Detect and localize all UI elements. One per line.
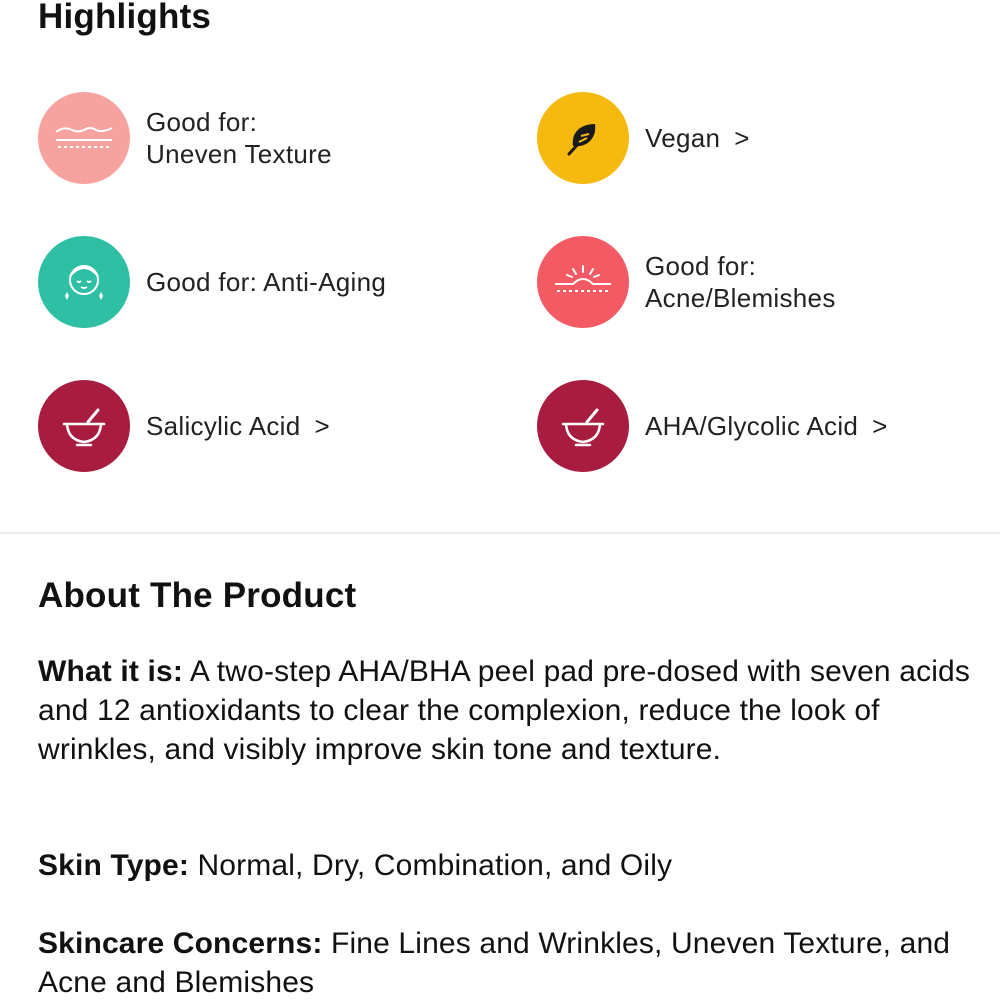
acne-blemishes-line1: Good for: xyxy=(645,251,757,281)
salicylic-acid-label: Salicylic Acid xyxy=(146,411,301,441)
highlights-title: Highlights xyxy=(38,0,212,36)
skin-type-text: Normal, Dry, Combination, and Oily xyxy=(188,849,673,882)
highlight-uneven-texture: Good for: Uneven Texture xyxy=(38,92,332,184)
highlight-salicylic-acid[interactable]: Salicylic Acid > xyxy=(38,380,330,472)
vegan-label: Vegan xyxy=(645,123,721,153)
skin-layers-icon xyxy=(38,92,130,184)
uneven-texture-line1: Good for: xyxy=(146,107,258,137)
aha-glycolic-acid-label: AHA/Glycolic Acid xyxy=(645,411,859,441)
anti-aging-label: Good for: Anti-Aging xyxy=(146,267,387,297)
highlight-aha-glycolic-acid[interactable]: AHA/Glycolic Acid > xyxy=(537,380,888,472)
skin-type-label: Skin Type: xyxy=(38,849,189,882)
highlight-anti-aging: Good for: Anti-Aging xyxy=(38,236,386,328)
uneven-texture-line2: Uneven Texture xyxy=(146,139,332,169)
what-it-is-paragraph: What it is: A two-step AHA/BHA peel pad … xyxy=(38,652,978,769)
skincare-concerns-label: Skincare Concerns: xyxy=(38,927,323,960)
skin-blemish-icon xyxy=(537,236,629,328)
product-details-page: Highlights Good for: Uneven Texture Vega… xyxy=(0,0,1000,1000)
highlight-acne-blemishes: Good for: Acne/Blemishes xyxy=(537,236,836,328)
mortar-pestle-icon xyxy=(38,380,130,472)
aha-glycolic-acid-chevron-icon: > xyxy=(872,411,888,441)
section-divider xyxy=(0,532,1000,534)
what-it-is-label: What it is: xyxy=(38,655,183,688)
highlight-vegan[interactable]: Vegan > xyxy=(537,92,750,184)
mortar-pestle-icon xyxy=(537,380,629,472)
face-sparkle-icon xyxy=(38,236,130,328)
leaf-icon xyxy=(537,92,629,184)
salicylic-acid-chevron-icon: > xyxy=(314,411,330,441)
skincare-concerns-paragraph: Skincare Concerns: Fine Lines and Wrinkl… xyxy=(38,924,978,1000)
vegan-chevron-icon: > xyxy=(734,123,750,153)
acne-blemishes-line2: Acne/Blemishes xyxy=(645,283,836,313)
skin-type-paragraph: Skin Type: Normal, Dry, Combination, and… xyxy=(38,846,978,885)
about-title: About The Product xyxy=(38,576,357,615)
